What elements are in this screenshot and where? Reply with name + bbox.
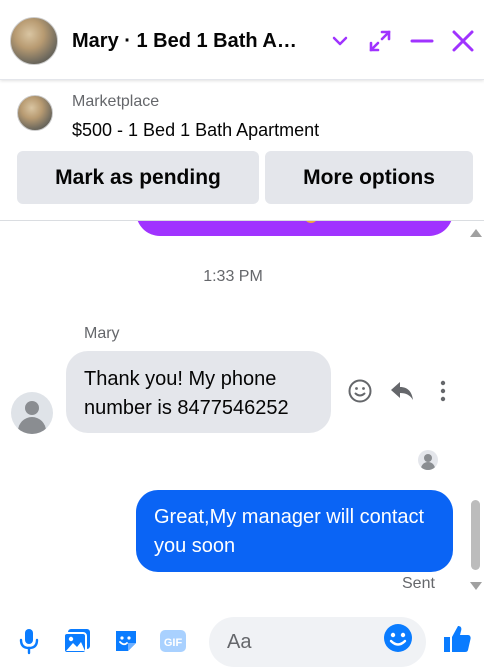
listing-title[interactable]: $500 - 1 Bed 1 Bath Apartment	[72, 120, 319, 141]
scroll-down-icon[interactable]	[470, 582, 482, 590]
chevron-down-icon[interactable]	[325, 26, 355, 56]
more-icon[interactable]	[429, 377, 457, 405]
outgoing-message[interactable]: Great,My manager will contact you soon	[136, 490, 453, 572]
incoming-message[interactable]: Thank you! My phone number is 8477546252	[66, 351, 331, 433]
scroll-up-icon[interactable]	[470, 229, 482, 237]
scrollbar-thumb[interactable]	[471, 500, 480, 570]
message-list-scrollbar[interactable]	[466, 221, 484, 605]
sender-name: Mary	[84, 325, 120, 342]
chat-header: Mary · 1 Bed 1 Bath A…	[0, 0, 484, 80]
image-icon[interactable]	[61, 625, 93, 657]
emoji-icon[interactable]	[382, 622, 414, 654]
thumbs-up-icon[interactable]	[441, 623, 473, 655]
microphone-icon[interactable]	[13, 625, 45, 657]
reply-icon[interactable]	[388, 377, 416, 405]
sender-avatar[interactable]	[11, 392, 53, 434]
svg-text:GIF: GIF	[164, 637, 183, 649]
minimize-icon[interactable]	[407, 26, 437, 56]
contact-avatar[interactable]	[10, 17, 58, 65]
message-timestamp: 1:33 PM	[203, 268, 263, 285]
message-list[interactable]: 1:33 PM Mary Thank you! My phone number …	[0, 221, 466, 605]
expand-icon[interactable]	[365, 26, 395, 56]
emoji-react-icon[interactable]	[346, 377, 374, 405]
message-status: Sent	[402, 575, 435, 592]
listing-thumbnail[interactable]	[17, 95, 53, 131]
marketplace-label: Marketplace	[72, 93, 160, 110]
gif-icon[interactable]: GIF	[157, 625, 189, 657]
mark-as-pending-button[interactable]: Mark as pending	[17, 151, 259, 204]
message-input[interactable]	[227, 627, 387, 657]
more-options-button[interactable]: More options	[265, 151, 473, 204]
marketplace-panel: Marketplace $500 - 1 Bed 1 Bath Apartmen…	[0, 80, 484, 221]
previous-message-bubble	[136, 221, 453, 236]
chat-title[interactable]: Mary · 1 Bed 1 Bath A…	[72, 30, 297, 53]
close-icon[interactable]	[448, 26, 478, 56]
sticker-icon[interactable]	[110, 625, 142, 657]
seen-indicator-avatar	[418, 450, 438, 470]
